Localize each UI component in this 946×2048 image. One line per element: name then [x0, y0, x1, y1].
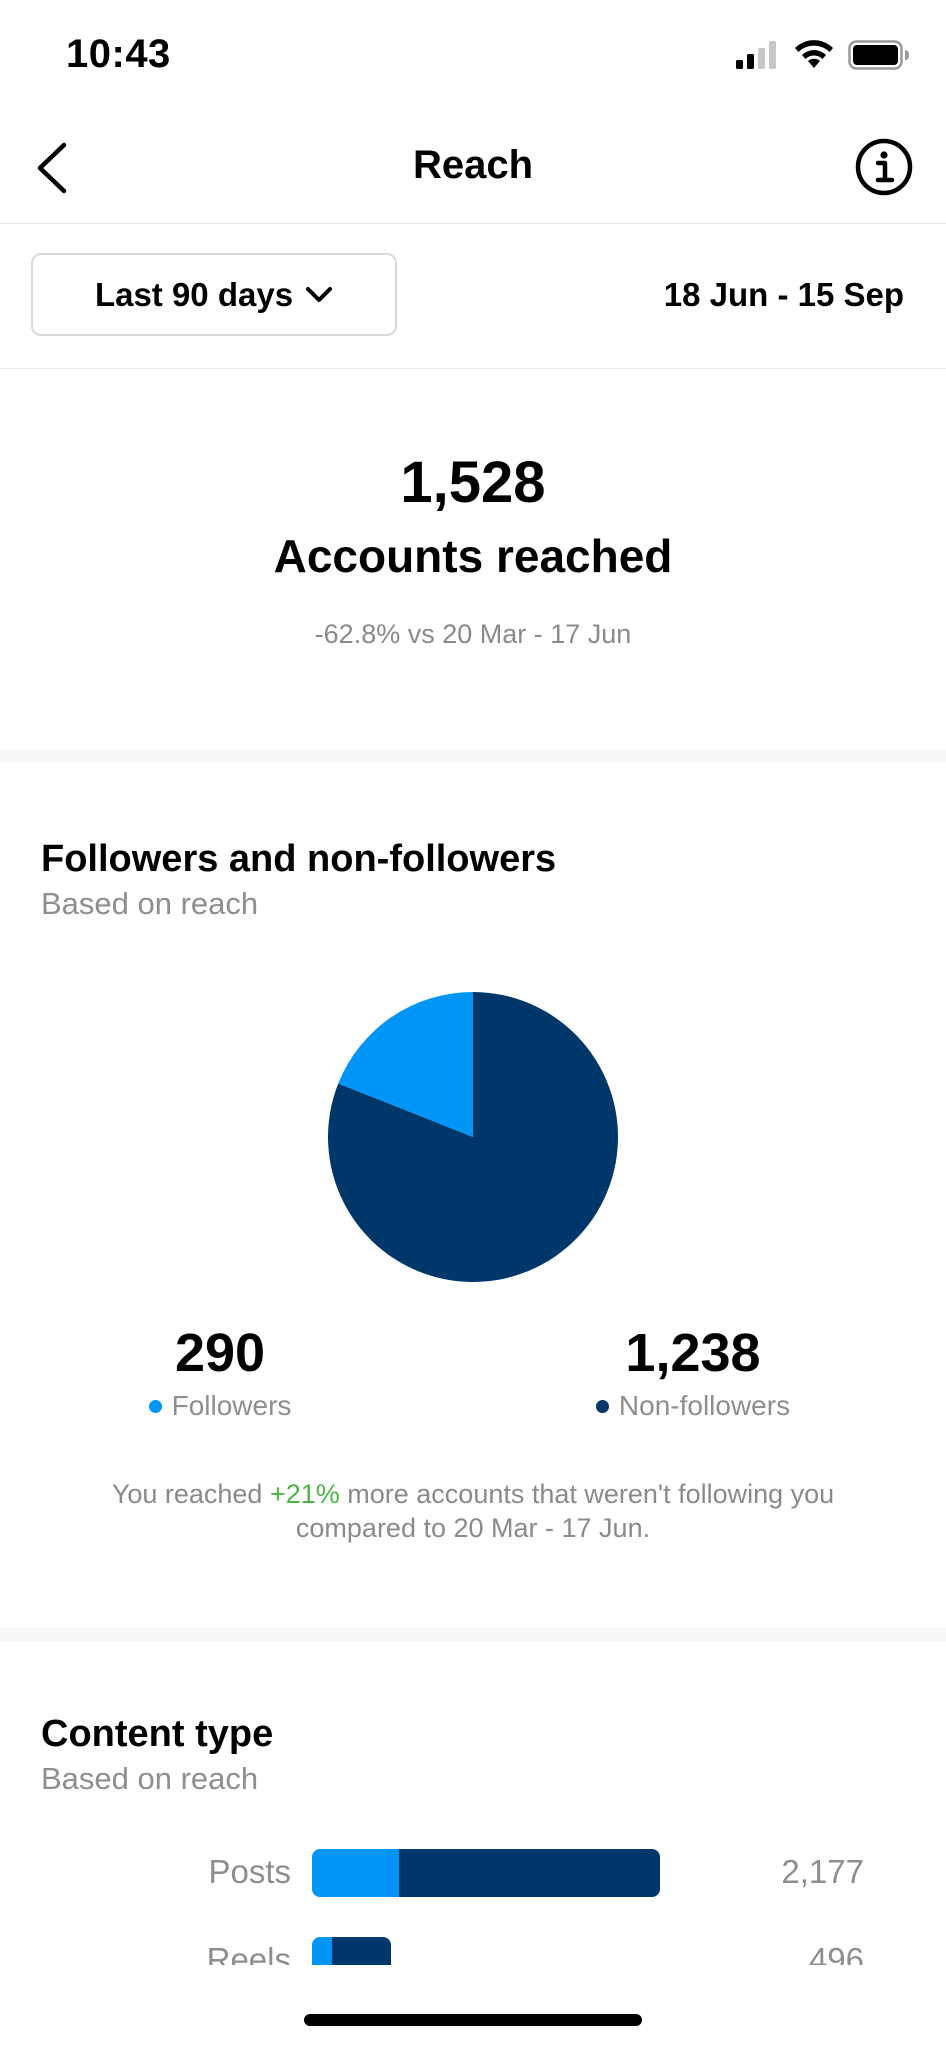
- non-followers-legend: Non-followers: [570, 1390, 816, 1422]
- battery-icon: [848, 40, 909, 70]
- followers-section-subtitle: Based on reach: [41, 886, 259, 921]
- accounts-reached-label: Accounts reached: [273, 530, 673, 582]
- content-type-subtitle: Based on reach: [41, 1761, 259, 1796]
- date-range-dropdown-label: Last 90 days: [94, 275, 294, 313]
- page-title: Reach: [412, 143, 534, 187]
- content-type-bar: [312, 1849, 660, 1897]
- followers-value: 290: [174, 1323, 266, 1383]
- followers-stat: 290 Followers: [120, 1322, 320, 1422]
- reach-note-highlight: +21%: [269, 1479, 340, 1509]
- followers-section-title: Followers and non-followers: [41, 838, 557, 880]
- non-followers-value: 1,238: [625, 1323, 761, 1383]
- chevron-down-icon: [306, 286, 333, 302]
- filter-row: Last 90 days 18 Jun - 15 Sep: [0, 224, 946, 369]
- followers-legend: Followers: [120, 1390, 320, 1422]
- section-divider: [0, 1627, 946, 1641]
- reach-comparison: -62.8% vs 20 Mar - 17 Jun: [314, 619, 632, 649]
- reach-change-note: You reached +21% more accounts that were…: [60, 1478, 886, 1546]
- reach-summary: 1,528 Accounts reached -62.8% vs 20 Mar …: [0, 369, 946, 749]
- home-indicator[interactable]: [304, 2014, 642, 2026]
- section-divider: [0, 749, 946, 763]
- status-time: 10:43: [66, 32, 171, 76]
- content-type-bar-followers: [312, 1849, 399, 1897]
- content-type-value: 2,177: [781, 1853, 864, 1890]
- non-followers-legend-label: Non-followers: [618, 1390, 791, 1421]
- nav-bar: Reach: [0, 115, 946, 224]
- date-range-text: 18 Jun - 15 Sep: [663, 276, 904, 313]
- info-button[interactable]: [852, 135, 916, 199]
- date-range-dropdown[interactable]: Last 90 days: [31, 253, 397, 336]
- content-type-bar-non-followers: [399, 1849, 660, 1897]
- non-followers-stat: 1,238 Non-followers: [570, 1322, 816, 1422]
- content-type-title: Content type: [41, 1713, 274, 1755]
- status-icons: [736, 40, 910, 70]
- info-icon: [855, 138, 913, 196]
- followers-legend-dot: [148, 1399, 162, 1413]
- reach-note-prefix: You reached: [111, 1479, 270, 1509]
- accounts-reached-value: 1,528: [400, 450, 546, 515]
- non-followers-legend-dot: [595, 1399, 609, 1413]
- followers-legend-label: Followers: [171, 1390, 292, 1421]
- content-type-row: Posts 2,177: [0, 1849, 946, 1909]
- wifi-icon: [795, 40, 833, 68]
- content-type-label: Posts: [208, 1853, 291, 1890]
- followers-pie-chart: [328, 992, 618, 1282]
- reach-note-suffix: more accounts that weren't following you…: [295, 1479, 835, 1543]
- status-bar: 10:43: [0, 0, 946, 115]
- bottom-safe-area: [0, 1965, 946, 2048]
- cellular-signal-icon: [736, 41, 776, 69]
